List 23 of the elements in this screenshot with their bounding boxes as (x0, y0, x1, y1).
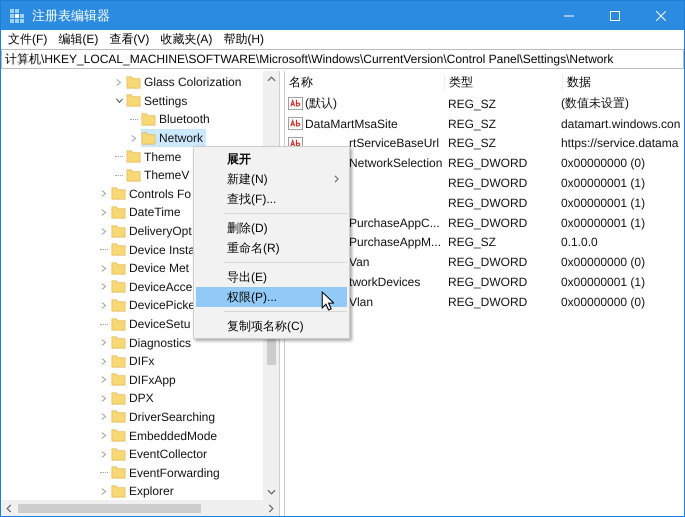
value-data: https://service.datama (561, 136, 678, 150)
value-data: 0x00000001 (1) (561, 176, 646, 190)
value-type: REG_SZ (447, 136, 498, 150)
value-type: REG_DWORD (447, 275, 528, 290)
value-type: REG_DWORD (447, 216, 528, 230)
value-type: REG_DWORD (447, 294, 528, 309)
value-data: 0x00000001 (1) (561, 196, 646, 210)
value-type: REG_DWORD (447, 196, 528, 210)
value-data: 0x00000000 (0) (561, 294, 646, 309)
value-type: REG_SZ (447, 116, 498, 131)
value-type: REG_DWORD (447, 176, 528, 190)
value-type: REG_DWORD (447, 255, 528, 270)
value-data: 0x00000000 (0) (561, 255, 646, 270)
window-title: 注册表编辑器 (32, 6, 110, 24)
value-data: 0x00000001 (1) (561, 216, 646, 230)
value-data: 0x00000000 (0) (561, 156, 646, 170)
value-type: REG_SZ (447, 235, 498, 250)
value-type: REG_DWORD (447, 156, 528, 170)
value-data: 0x00000001 (1) (561, 275, 646, 290)
value-type: REG_SZ (447, 96, 498, 111)
value-data: 0.1.0.0 (561, 235, 598, 250)
value-data: (数值未设置) (561, 95, 629, 112)
value-data: datamart.windows.con (561, 116, 680, 131)
